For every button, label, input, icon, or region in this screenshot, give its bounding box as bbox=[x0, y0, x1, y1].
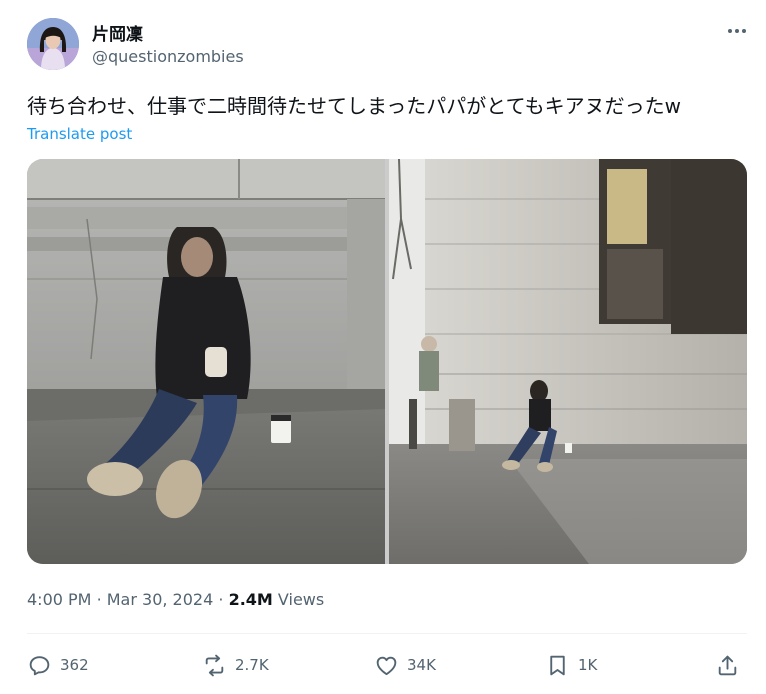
reply-icon bbox=[29, 655, 50, 675]
media-grid bbox=[27, 159, 747, 564]
meta-separator: · bbox=[218, 590, 224, 609]
author-name[interactable]: 片岡凜 bbox=[92, 20, 143, 45]
like-button[interactable]: 34K bbox=[374, 648, 436, 682]
views-count: 2.4M bbox=[228, 590, 273, 609]
like-icon bbox=[376, 656, 397, 675]
share-button[interactable] bbox=[715, 648, 748, 682]
bookmark-icon bbox=[550, 655, 565, 675]
post-date[interactable]: Mar 30, 2024 bbox=[107, 590, 214, 609]
more-icon[interactable] bbox=[722, 20, 752, 42]
bookmark-button[interactable]: 1K bbox=[545, 648, 597, 682]
repost-button[interactable]: 2.7K bbox=[202, 648, 269, 682]
post-time[interactable]: 4:00 PM bbox=[27, 590, 91, 609]
meta-separator: · bbox=[96, 590, 102, 609]
share-icon bbox=[718, 655, 737, 675]
avatar[interactable] bbox=[27, 18, 79, 70]
author-handle[interactable]: @questionzombies bbox=[92, 47, 244, 66]
action-bar: 362 2.7K 34K 1K bbox=[27, 648, 747, 682]
repost-count: 2.7K bbox=[235, 656, 269, 674]
photo-1[interactable] bbox=[27, 159, 385, 564]
reply-count: 362 bbox=[60, 656, 89, 674]
post-meta: 4:00 PM · Mar 30, 2024 · 2.4M Views bbox=[27, 590, 324, 609]
reply-button[interactable]: 362 bbox=[27, 648, 89, 682]
views-label: Views bbox=[277, 590, 325, 609]
tweet: 片岡凜 @questionzombies 待ち合わせ、仕事で二時間待たせてしまっ… bbox=[0, 0, 766, 694]
like-count: 34K bbox=[407, 656, 436, 674]
post-text: 待ち合わせ、仕事で二時間待たせてしまったパパがとてもキアヌだったw bbox=[27, 94, 681, 118]
bookmark-count: 1K bbox=[578, 656, 598, 674]
divider bbox=[27, 633, 747, 634]
translate-link[interactable]: Translate post bbox=[27, 125, 132, 143]
repost-icon bbox=[205, 654, 224, 676]
photo-2[interactable] bbox=[389, 159, 747, 564]
